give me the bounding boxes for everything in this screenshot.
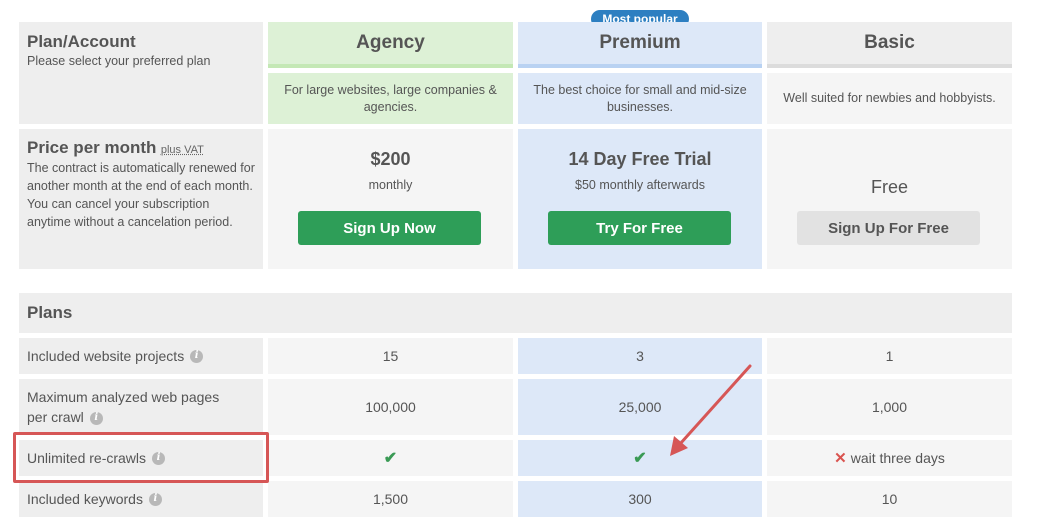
basic-keywords: 10 xyxy=(767,481,1012,517)
basic-recrawls-text: wait three days xyxy=(850,450,945,466)
premium-description: The best choice for small and mid-size b… xyxy=(533,82,747,114)
info-icon[interactable]: i xyxy=(89,411,103,425)
plan-account-title: Plan/Account xyxy=(27,32,136,51)
agency-header: Agency xyxy=(268,22,513,64)
price-description: The contract is automatically renewed fo… xyxy=(27,161,255,229)
basic-desc-cell: Well suited for newbies and hobbyists. xyxy=(767,73,1012,124)
basic-website-projects: 1 xyxy=(767,338,1012,374)
premium-price: 14 Day Free Trial xyxy=(568,149,712,169)
premium-price-cell: 14 Day Free Trial $50 monthly afterwards… xyxy=(518,129,762,269)
check-icon: ✔ xyxy=(383,450,398,467)
row-label-keywords: Included keywords i xyxy=(19,481,263,517)
basic-header: Basic xyxy=(767,22,1012,64)
info-icon[interactable]: i xyxy=(148,492,162,506)
basic-accent-bar xyxy=(767,64,1012,68)
try-for-free-button[interactable]: Try For Free xyxy=(548,211,731,245)
plans-section-header: Plans xyxy=(19,293,1012,333)
premium-desc-cell: The best choice for small and mid-size b… xyxy=(518,73,762,124)
agency-price: $200 xyxy=(370,149,411,169)
basic-description: Well suited for newbies and hobbyists. xyxy=(783,91,996,105)
header-left-cell: Plan/Account Please select your preferre… xyxy=(19,22,263,124)
agency-website-projects: 15 xyxy=(268,338,513,374)
arrow-annotation xyxy=(670,364,752,456)
basic-recrawls: ✕ wait three days xyxy=(767,440,1012,476)
premium-accent-bar xyxy=(518,64,762,68)
agency-desc-cell: For large websites, large companies & ag… xyxy=(268,73,513,124)
basic-max-pages: 1,000 xyxy=(767,379,1012,435)
premium-period: $50 monthly afterwards xyxy=(575,178,705,192)
agency-keywords: 1,500 xyxy=(268,481,513,517)
premium-header: Premium xyxy=(518,22,762,64)
annotation-highlight-box xyxy=(13,432,269,483)
cross-icon: ✕ xyxy=(834,450,847,467)
sign-up-now-button[interactable]: Sign Up Now xyxy=(298,211,481,245)
row-label-max-pages: Maximum analyzed web pages per crawl i xyxy=(19,379,263,435)
basic-price: Free xyxy=(870,177,908,197)
basic-title: Basic xyxy=(864,32,915,53)
basic-price-cell: Free Sign Up For Free xyxy=(767,129,1012,269)
price-per-month-title: Price per month xyxy=(27,138,157,157)
premium-keywords: 300 xyxy=(518,481,762,517)
sign-up-for-free-button[interactable]: Sign Up For Free xyxy=(797,211,980,245)
plans-section-title: Plans xyxy=(27,303,73,322)
plan-account-subtitle: Please select your preferred plan xyxy=(27,54,211,68)
check-icon: ✔ xyxy=(633,450,647,467)
row-label-website-projects: Included website projects i xyxy=(19,338,263,374)
info-icon[interactable]: i xyxy=(190,349,204,363)
agency-max-pages: 100,000 xyxy=(268,379,513,435)
agency-price-cell: $200 monthly Sign Up Now xyxy=(268,129,513,269)
agency-accent-bar xyxy=(268,64,513,68)
agency-description: For large websites, large companies & ag… xyxy=(284,82,497,114)
agency-recrawls: ✔ xyxy=(268,440,513,476)
price-left-cell: Price per month plus VAT The contract is… xyxy=(19,129,263,269)
agency-period: monthly xyxy=(368,178,413,192)
agency-title: Agency xyxy=(356,32,425,53)
premium-title: Premium xyxy=(599,32,681,53)
plus-vat-label: plus VAT xyxy=(160,144,204,156)
